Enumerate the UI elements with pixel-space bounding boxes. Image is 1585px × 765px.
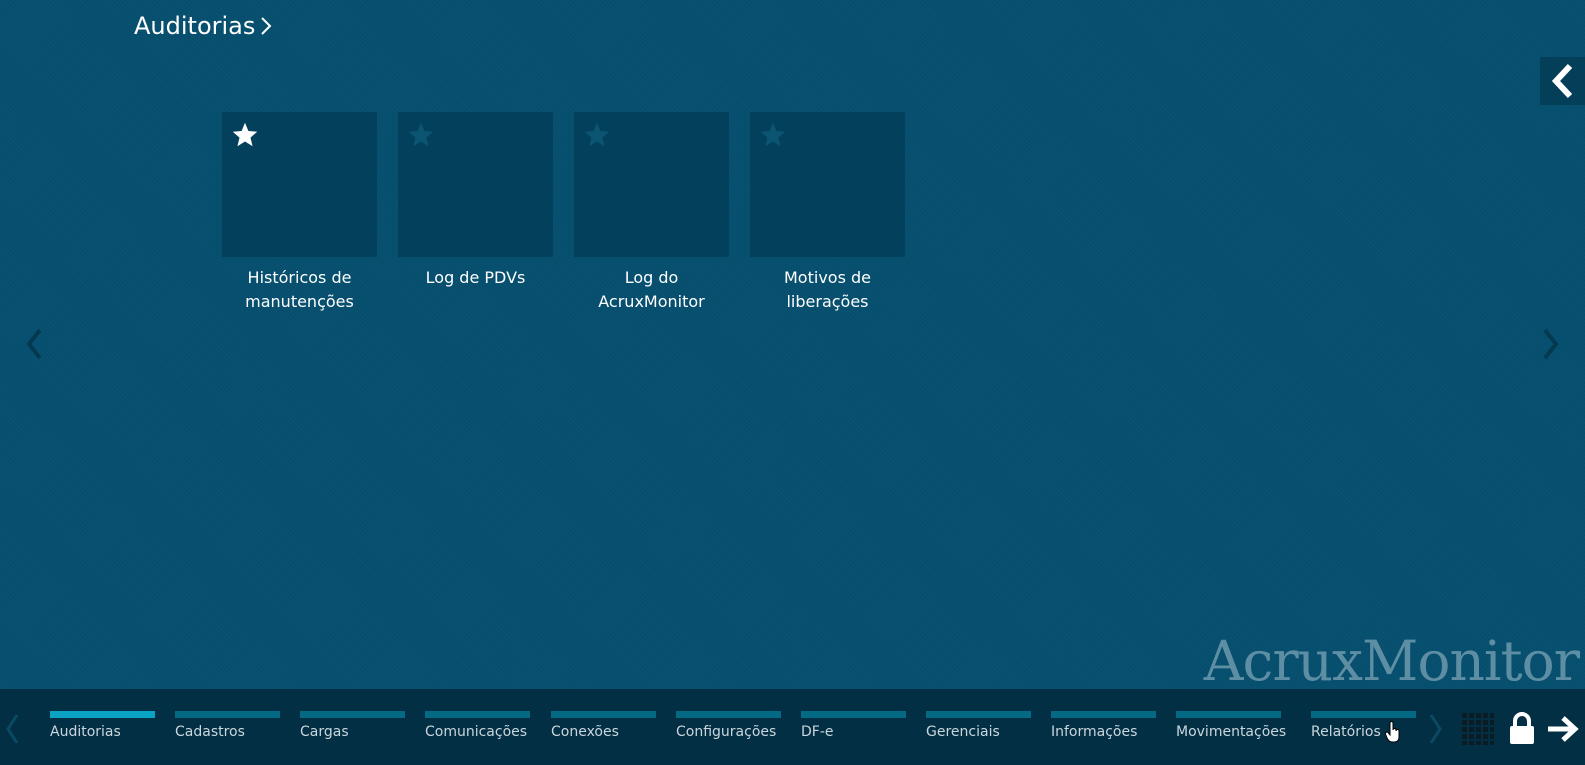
side-panel-toggle-button[interactable] bbox=[1540, 57, 1585, 105]
category-label: Conexões bbox=[551, 724, 619, 740]
star-icon[interactable] bbox=[407, 121, 435, 149]
arrow-right-icon[interactable] bbox=[1546, 715, 1580, 743]
nav-category-cadastros[interactable]: Cadastros bbox=[175, 711, 280, 740]
bottom-nav: Auditorias Cadastros Cargas Comunicações… bbox=[0, 689, 1585, 765]
category-bar bbox=[926, 711, 1031, 718]
star-icon[interactable] bbox=[231, 121, 259, 149]
tile-box bbox=[750, 112, 905, 257]
category-bar bbox=[425, 711, 530, 718]
tile-label: Históricos de manutenções bbox=[245, 268, 354, 311]
star-icon[interactable] bbox=[759, 121, 787, 149]
nav-category-gerenciais[interactable]: Gerenciais bbox=[926, 711, 1031, 740]
chevron-left-icon bbox=[1551, 63, 1572, 99]
category-label: Configurações bbox=[676, 724, 777, 740]
lock-icon[interactable] bbox=[1508, 711, 1536, 745]
tile-motivos-liberacoes[interactable]: Motivos de liberações bbox=[750, 112, 905, 314]
category-bar bbox=[801, 711, 906, 718]
category-label: Auditorias bbox=[50, 724, 121, 740]
category-label: Cargas bbox=[300, 724, 349, 740]
nav-category-informacoes[interactable]: Informações bbox=[1051, 711, 1156, 740]
category-bar bbox=[1311, 711, 1416, 718]
tile-historicos-manutencoes[interactable]: Históricos de manutenções bbox=[222, 112, 377, 314]
nav-category-movimentacoes[interactable]: Movimentações bbox=[1176, 711, 1287, 740]
nav-category-cargas[interactable]: Cargas bbox=[300, 711, 405, 740]
breadcrumb[interactable]: Auditorias bbox=[134, 12, 273, 40]
category-bar bbox=[676, 711, 781, 718]
category-bar bbox=[1051, 711, 1156, 718]
tile-grid: Históricos de manutenções Log de PDVs Lo… bbox=[222, 112, 926, 314]
nav-category-conexoes[interactable]: Conexões bbox=[551, 711, 656, 740]
brand-logo: AcruxMonitor bbox=[1203, 629, 1580, 693]
nav-category-configuracoes[interactable]: Configurações bbox=[676, 711, 781, 740]
category-label: Comunicações bbox=[425, 724, 528, 740]
nav-prev-button[interactable] bbox=[4, 711, 20, 747]
category-label: Gerenciais bbox=[926, 724, 1000, 740]
category-bar bbox=[1176, 711, 1281, 718]
nav-category-auditorias[interactable]: Auditorias bbox=[50, 711, 155, 740]
category-bar bbox=[175, 711, 280, 718]
page-next-button[interactable] bbox=[1539, 322, 1563, 366]
hand-cursor-icon bbox=[1385, 721, 1400, 743]
tile-label: Motivos de liberações bbox=[784, 268, 871, 311]
category-label: DF-e bbox=[801, 724, 834, 740]
nav-category-dfe[interactable]: DF-e bbox=[801, 711, 906, 740]
breadcrumb-title: Auditorias bbox=[134, 12, 256, 40]
tile-label: Log de PDVs bbox=[425, 268, 526, 287]
nav-next-button[interactable] bbox=[1428, 711, 1444, 747]
page-prev-button[interactable] bbox=[22, 322, 46, 366]
category-bar bbox=[300, 711, 405, 718]
category-bar bbox=[551, 711, 656, 718]
tile-label: Log do AcruxMonitor bbox=[598, 268, 705, 311]
category-label: Cadastros bbox=[175, 724, 245, 740]
category-label: Movimentações bbox=[1176, 724, 1287, 740]
tile-box bbox=[398, 112, 553, 257]
star-icon[interactable] bbox=[583, 121, 611, 149]
category-bar bbox=[50, 711, 155, 718]
nav-category-comunicacoes[interactable]: Comunicações bbox=[425, 711, 530, 740]
tile-box bbox=[222, 112, 377, 257]
tile-box bbox=[574, 112, 729, 257]
category-label: Informações bbox=[1051, 724, 1138, 740]
grid-icon[interactable] bbox=[1462, 713, 1494, 745]
tile-log-acruxmonitor[interactable]: Log do AcruxMonitor bbox=[574, 112, 729, 314]
chevron-right-icon bbox=[261, 17, 272, 35]
tile-log-pdvs[interactable]: Log de PDVs bbox=[398, 112, 553, 314]
